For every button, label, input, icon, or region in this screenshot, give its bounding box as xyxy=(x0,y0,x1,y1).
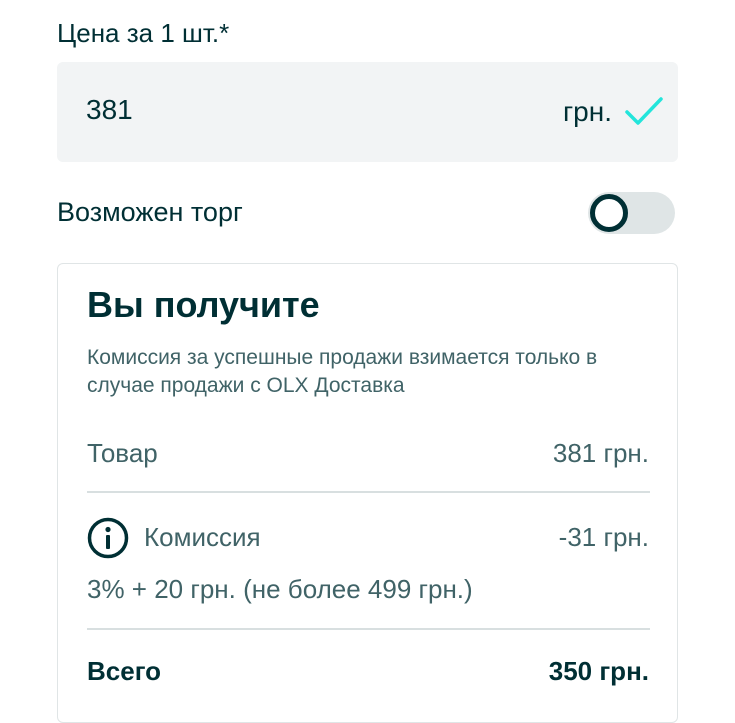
price-input[interactable]: 381 грн. xyxy=(57,62,678,162)
total-value: 350 грн. xyxy=(548,656,649,686)
earnings-card: Вы получите Комиссия за успешные продажи… xyxy=(57,263,678,723)
total-label: Всего xyxy=(87,656,162,686)
check-icon xyxy=(625,97,663,125)
commission-label: Комиссия xyxy=(144,522,261,552)
bargain-toggle[interactable] xyxy=(588,192,675,234)
divider xyxy=(87,491,650,493)
divider xyxy=(87,628,650,630)
item-value: 381 грн. xyxy=(552,438,649,468)
commission-description: Комиссия за успешные продажи взимается т… xyxy=(87,346,598,397)
commission-value: -31 грн. xyxy=(558,522,649,552)
commission-formula: 3% + 20 грн. (не более 499 грн.) xyxy=(87,574,473,604)
earnings-title: Вы получите xyxy=(87,284,320,325)
currency-label: грн. xyxy=(562,96,612,127)
toggle-knob[interactable] xyxy=(590,194,628,232)
bargain-label: Возможен торг xyxy=(57,197,243,227)
item-label: Товар xyxy=(87,438,158,468)
price-label: Цена за 1 шт.* xyxy=(57,18,230,48)
info-icon[interactable] xyxy=(87,517,129,559)
price-value[interactable]: 381 xyxy=(86,94,133,126)
